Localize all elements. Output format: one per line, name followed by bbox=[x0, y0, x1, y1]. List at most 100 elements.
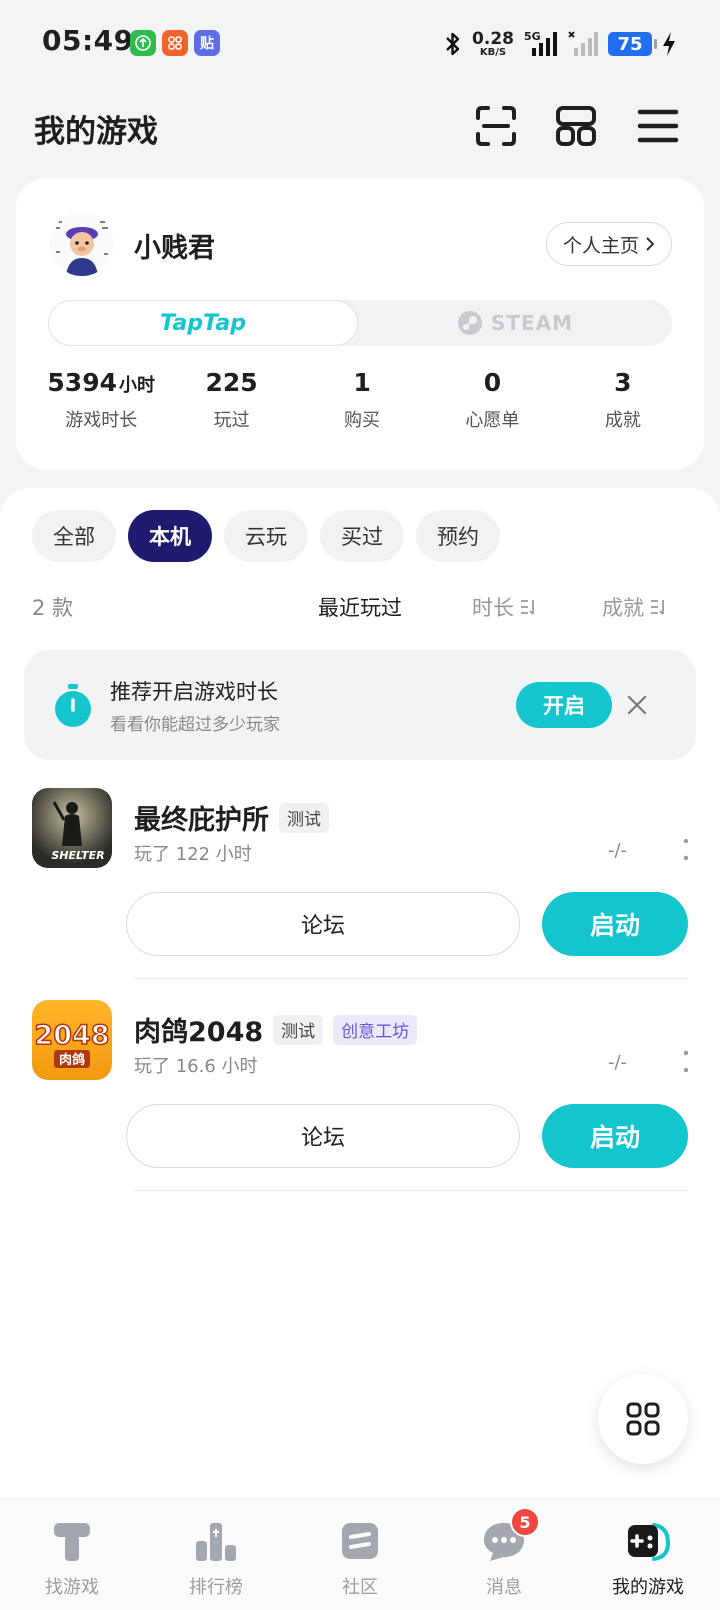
game-playtime: 玩了 16.6 小时 bbox=[134, 1056, 258, 1077]
game-icon-subtext: 肉鸽 bbox=[59, 1052, 85, 1068]
net-speed-unit: KB/S bbox=[479, 46, 507, 58]
game-item: SHELTER 最终庇护所 测试 玩了 122 小时 -/- 论坛 启动 bbox=[0, 788, 720, 996]
page-title: 我的游戏 bbox=[34, 114, 158, 150]
steam-icon bbox=[457, 311, 482, 335]
platform-taptap[interactable]: TapTap bbox=[48, 300, 358, 346]
nav-ranking[interactable]: 排行榜 bbox=[144, 1499, 288, 1610]
stat-purchased[interactable]: 1 购买 bbox=[297, 368, 427, 432]
find-game-icon bbox=[54, 1523, 90, 1561]
stat-wishlist[interactable]: 0 心愿单 bbox=[427, 368, 557, 432]
divider bbox=[134, 978, 688, 979]
nav-label: 排行榜 bbox=[189, 1577, 243, 1598]
signal-5g-icon: 5G bbox=[524, 30, 558, 58]
community-icon bbox=[342, 1523, 378, 1559]
net-speed: 0.28 KB/S bbox=[472, 28, 514, 58]
stat-label: 成就 bbox=[604, 410, 641, 431]
username: 小贱君 bbox=[134, 233, 215, 264]
sort-duration[interactable]: 时长 bbox=[472, 592, 538, 622]
game-title-row: 肉鸽2048 测试 创意工坊 bbox=[134, 1010, 418, 1049]
stat-playtime[interactable]: 5394 小时 游戏时长 bbox=[36, 368, 166, 432]
game-icon-text: SHELTER bbox=[51, 849, 104, 862]
status-right: 0.28 KB/S 5G 75 bbox=[444, 24, 676, 64]
nav-messages[interactable]: 5 消息 bbox=[432, 1499, 576, 1610]
forum-button[interactable]: 论坛 bbox=[126, 892, 520, 956]
game-title[interactable]: 最终庇护所 bbox=[134, 798, 269, 837]
stat-value: 225 bbox=[205, 368, 258, 397]
bluetooth-icon bbox=[446, 32, 460, 56]
stat-value: 1 bbox=[353, 368, 371, 397]
chip-reserved[interactable]: 预约 bbox=[416, 510, 500, 562]
profile-card: 小贱君 个人主页 TapTap STEAM 5394 小时 游戏时长 225 玩过… bbox=[16, 178, 704, 470]
sort-achievement[interactable]: 成就 bbox=[602, 592, 668, 622]
avatar[interactable] bbox=[50, 212, 114, 276]
playtime-banner: 推荐开启游戏时长 看看你能超过多少玩家 开启 bbox=[24, 650, 696, 760]
stat-played[interactable]: 225 玩过 bbox=[166, 368, 296, 432]
homepage-label: 个人主页 bbox=[562, 234, 639, 257]
stat-unit: 小时 bbox=[119, 375, 155, 396]
close-icon[interactable] bbox=[624, 692, 650, 718]
chip-purchased[interactable]: 买过 bbox=[320, 510, 404, 562]
scan-icon[interactable] bbox=[474, 104, 518, 148]
banner-title: 推荐开启游戏时长 bbox=[110, 680, 278, 704]
game-item: 2048 肉鸽 肉鸽2048 测试 创意工坊 玩了 16.6 小时 -/- 论坛… bbox=[0, 1000, 720, 1208]
nav-find-game[interactable]: 找游戏 bbox=[0, 1499, 144, 1610]
stat-label: 玩过 bbox=[213, 410, 250, 431]
grid-icon bbox=[626, 1402, 660, 1436]
tag-test: 测试 bbox=[273, 1014, 324, 1045]
chip-cloud[interactable]: 云玩 bbox=[224, 510, 308, 562]
game-score: -/- bbox=[608, 1052, 628, 1073]
message-badge: 5 bbox=[510, 1507, 540, 1537]
net-speed-value: 0.28 bbox=[472, 28, 514, 49]
stat-label: 心愿单 bbox=[465, 410, 520, 431]
nav-my-games[interactable]: 我的游戏 bbox=[576, 1499, 720, 1610]
forum-button[interactable]: 论坛 bbox=[126, 1104, 520, 1168]
platform-steam-label: STEAM bbox=[490, 311, 574, 335]
menu-icon[interactable] bbox=[636, 104, 680, 148]
battery-icon: 75 bbox=[608, 32, 657, 56]
stat-achievements[interactable]: 3 成就 bbox=[558, 368, 688, 432]
chip-local[interactable]: 本机 bbox=[128, 510, 212, 562]
launch-button[interactable]: 启动 bbox=[542, 892, 688, 956]
game-score: -/- bbox=[608, 840, 628, 861]
stat-value: 5394 bbox=[47, 368, 117, 397]
status-bar: 05:49 贴 0.28 KB/S 5G 75 bbox=[0, 0, 720, 88]
sort-recent[interactable]: 最近玩过 bbox=[318, 592, 402, 622]
banner-subtitle: 看看你能超过多少玩家 bbox=[110, 715, 280, 735]
launch-button[interactable]: 启动 bbox=[542, 1104, 688, 1168]
tieba-app-icon: 贴 bbox=[194, 30, 220, 56]
sort-icon bbox=[521, 600, 534, 615]
sort-icon bbox=[651, 600, 664, 615]
layout-icon[interactable] bbox=[554, 104, 598, 148]
game-title[interactable]: 肉鸽2048 bbox=[134, 1010, 263, 1049]
status-time: 05:49 bbox=[42, 24, 134, 57]
game-count: 2 款 bbox=[32, 596, 74, 620]
game-playtime: 玩了 122 小时 bbox=[134, 844, 252, 865]
tag-test: 测试 bbox=[279, 802, 329, 833]
platform-steam[interactable]: STEAM bbox=[358, 300, 672, 346]
more-icon[interactable] bbox=[680, 1050, 692, 1074]
nav-label: 社区 bbox=[342, 1577, 378, 1598]
nav-community[interactable]: 社区 bbox=[288, 1499, 432, 1610]
enable-button[interactable]: 开启 bbox=[516, 682, 612, 728]
stopwatch-icon bbox=[55, 684, 91, 727]
nav-label: 消息 bbox=[486, 1577, 522, 1598]
arrow-up-app-icon bbox=[130, 30, 156, 56]
ranking-icon bbox=[196, 1523, 236, 1561]
game-icon[interactable]: 2048 肉鸽 bbox=[32, 1000, 112, 1080]
game-icon[interactable]: SHELTER bbox=[32, 788, 112, 868]
more-icon[interactable] bbox=[680, 838, 692, 862]
platform-toggle: TapTap STEAM bbox=[48, 300, 672, 346]
apps-grid-button[interactable] bbox=[598, 1374, 688, 1464]
nav-label: 我的游戏 bbox=[612, 1577, 684, 1598]
nav-label: 找游戏 bbox=[45, 1577, 99, 1598]
signal-sim2-icon bbox=[568, 31, 598, 56]
stats-row: 5394 小时 游戏时长 225 玩过 1 购买 0 心愿单 3 成就 bbox=[36, 368, 688, 432]
chip-all[interactable]: 全部 bbox=[32, 510, 116, 562]
filter-chips: 全部 本机 云玩 买过 预约 bbox=[32, 510, 500, 562]
homepage-button[interactable]: 个人主页 bbox=[546, 222, 672, 266]
charging-icon bbox=[663, 32, 675, 56]
stat-value: 0 bbox=[483, 368, 502, 397]
grid-app-icon bbox=[162, 30, 188, 56]
stat-value: 3 bbox=[614, 368, 632, 397]
tag-workshop[interactable]: 创意工坊 bbox=[333, 1014, 418, 1045]
